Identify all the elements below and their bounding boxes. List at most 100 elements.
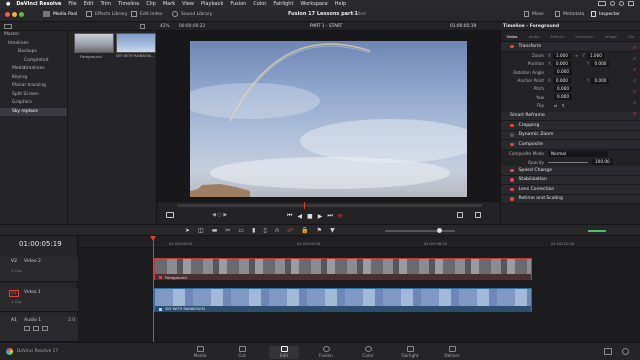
page-media-button[interactable]: Media	[185, 346, 215, 359]
settings-icon[interactable]	[622, 348, 629, 355]
page-color-button[interactable]: Color	[353, 346, 383, 359]
menu-clip[interactable]: Clip	[146, 1, 155, 7]
play-icon[interactable]: ▶	[318, 213, 323, 220]
tab-video[interactable]: Video	[507, 34, 518, 39]
bin-list-toggle-icon[interactable]	[4, 24, 12, 29]
opacity-field[interactable]: 100.00	[592, 159, 613, 166]
track-name-a1[interactable]: Audio 1	[24, 318, 41, 323]
timeline-playhead[interactable]	[153, 236, 154, 342]
position-lock-icon[interactable]: 🔒	[301, 227, 308, 234]
bin-backups[interactable]: Backups	[0, 48, 67, 57]
page-fairlight-button[interactable]: Fairlight	[395, 346, 425, 359]
insert-clip-icon[interactable]: ▭	[238, 227, 244, 234]
linked-selection-icon[interactable]: ☍	[287, 227, 293, 234]
bin-keying[interactable]: Keying	[0, 74, 67, 83]
a1-lock-icon[interactable]	[24, 326, 30, 331]
flip-horizontal-icon[interactable]: ⇄	[554, 103, 558, 108]
viewer-frame[interactable]	[190, 41, 467, 197]
trim-tool-icon[interactable]: ◫	[198, 227, 204, 234]
home-icon[interactable]	[604, 348, 612, 355]
zoom-window-button[interactable]	[19, 12, 24, 17]
timeline-name[interactable]: PART 1 - START	[310, 24, 342, 29]
composite-mode-select[interactable]: Normal	[548, 150, 608, 157]
go-to-end-icon[interactable]: ⏭	[327, 212, 332, 220]
timeline-clip-foreground[interactable]: Foreground	[154, 258, 532, 280]
track-id-v1[interactable]: V1	[9, 290, 19, 297]
page-deliver-button[interactable]: Deliver	[437, 346, 467, 359]
tab-transition[interactable]: Transition	[575, 34, 594, 39]
menu-playback[interactable]: Playback	[201, 1, 223, 7]
snapping-icon[interactable]: ∩	[275, 227, 279, 234]
viewer-options-icon[interactable]	[475, 212, 481, 218]
speed-change-enable-toggle[interactable]	[510, 168, 514, 173]
bin-split-screen[interactable]: Split Screen	[0, 91, 67, 100]
reset-transform-icon[interactable]: ↺	[633, 45, 636, 50]
mixer-button[interactable]: Mixer	[524, 11, 544, 17]
audio-level-slider[interactable]	[588, 230, 606, 232]
flip-vertical-icon[interactable]: ⇅	[562, 103, 566, 108]
zoom-x-field[interactable]: 1.000	[552, 52, 571, 59]
overwrite-clip-icon[interactable]: ▮	[252, 227, 255, 234]
section-stabilization[interactable]: Stabilization	[501, 175, 640, 186]
jog-prev-icon[interactable]: ◀ ○ ▶	[212, 212, 227, 218]
reset-yaw-icon[interactable]: ↺	[633, 111, 636, 116]
inspector-button[interactable]: Inspector	[591, 11, 620, 17]
replace-clip-icon[interactable]: ▯	[263, 227, 266, 234]
menu-mark[interactable]: Mark	[163, 1, 175, 7]
search-icon[interactable]	[619, 1, 624, 6]
control-center-icon[interactable]	[628, 1, 634, 6]
bin-sky-replace[interactable]: Sky replace	[0, 107, 67, 116]
a1-mute-icon[interactable]	[42, 326, 48, 331]
rewind-icon[interactable]: ◀	[297, 213, 302, 220]
metadata-button[interactable]: Metadata	[555, 11, 584, 17]
close-window-button[interactable]	[5, 12, 10, 17]
viewer-scrubber[interactable]	[177, 204, 482, 207]
pitch-field[interactable]: 0.000	[554, 85, 572, 92]
composite-enable-toggle[interactable]	[510, 142, 514, 147]
marker-icon[interactable]: ▼	[330, 227, 335, 234]
search-icon[interactable]	[140, 24, 145, 29]
clip-thumbnail-sky[interactable]	[116, 33, 156, 53]
menu-fairlight[interactable]: Fairlight	[273, 1, 293, 7]
lens-correction-enable-toggle[interactable]	[510, 187, 514, 192]
zoom-y-field[interactable]: 1.000	[586, 52, 605, 59]
cropping-enable-toggle[interactable]	[510, 123, 514, 128]
media-pool-button[interactable]: Media Pool	[43, 11, 77, 17]
reset-position-icon[interactable]: ↺	[633, 67, 636, 72]
match-frame-icon[interactable]	[457, 212, 463, 218]
loop-icon[interactable]: ⟳	[338, 213, 343, 220]
timeline-zoom-handle[interactable]	[437, 228, 442, 233]
section-speed-change[interactable]: Speed Change	[501, 166, 640, 176]
menu-help[interactable]: Help	[335, 1, 346, 7]
opacity-slider[interactable]	[548, 161, 588, 163]
menu-file[interactable]: File	[68, 1, 76, 7]
page-edit-button[interactable]: Edit	[269, 346, 299, 359]
stop-icon[interactable]: ■	[307, 213, 313, 220]
a1-solo-icon[interactable]	[33, 326, 39, 331]
app-menu-name[interactable]: DaVinci Resolve	[16, 1, 61, 7]
page-fusion-button[interactable]: Fusion	[311, 346, 341, 359]
rotation-field[interactable]: 0.000	[554, 69, 572, 76]
timeline-clip-sky[interactable]: SKY WITH RAINBOW.M	[154, 288, 532, 312]
menu-view[interactable]: View	[182, 1, 194, 7]
edit-index-button[interactable]: Edit Index	[131, 11, 163, 17]
transform-overlay-icon[interactable]	[166, 212, 174, 218]
viewer-playhead[interactable]	[304, 202, 305, 209]
transform-enable-toggle[interactable]	[510, 44, 514, 48]
yaw-field[interactable]: 0.000	[554, 94, 572, 101]
menu-color[interactable]: Color	[253, 1, 266, 7]
menu-trim[interactable]: Trim	[100, 1, 111, 7]
blade-tool-icon[interactable]: ✂	[225, 227, 230, 234]
bin-planar-tracking[interactable]: Planar tracking	[0, 82, 67, 91]
track-name-v1[interactable]: Video 1	[24, 290, 41, 295]
reset-pitch-icon[interactable]: ↺	[633, 100, 636, 105]
section-retime-scaling[interactable]: Retime and Scaling	[501, 194, 640, 205]
track-name-v2[interactable]: Video 2	[24, 259, 41, 264]
menu-timeline[interactable]: Timeline	[118, 1, 139, 7]
playhead-handle-icon[interactable]	[150, 236, 156, 241]
sound-library-button[interactable]: Sound Library	[172, 11, 212, 17]
dynamic-trim-icon[interactable]: ▬	[212, 227, 218, 234]
apple-icon[interactable]: ●	[6, 1, 10, 7]
section-composite[interactable]: Composite	[501, 140, 640, 150]
timeline-ruler[interactable]: 01:00:00:00 01:00:04:00 01:00:08:00 01:0…	[79, 236, 640, 248]
